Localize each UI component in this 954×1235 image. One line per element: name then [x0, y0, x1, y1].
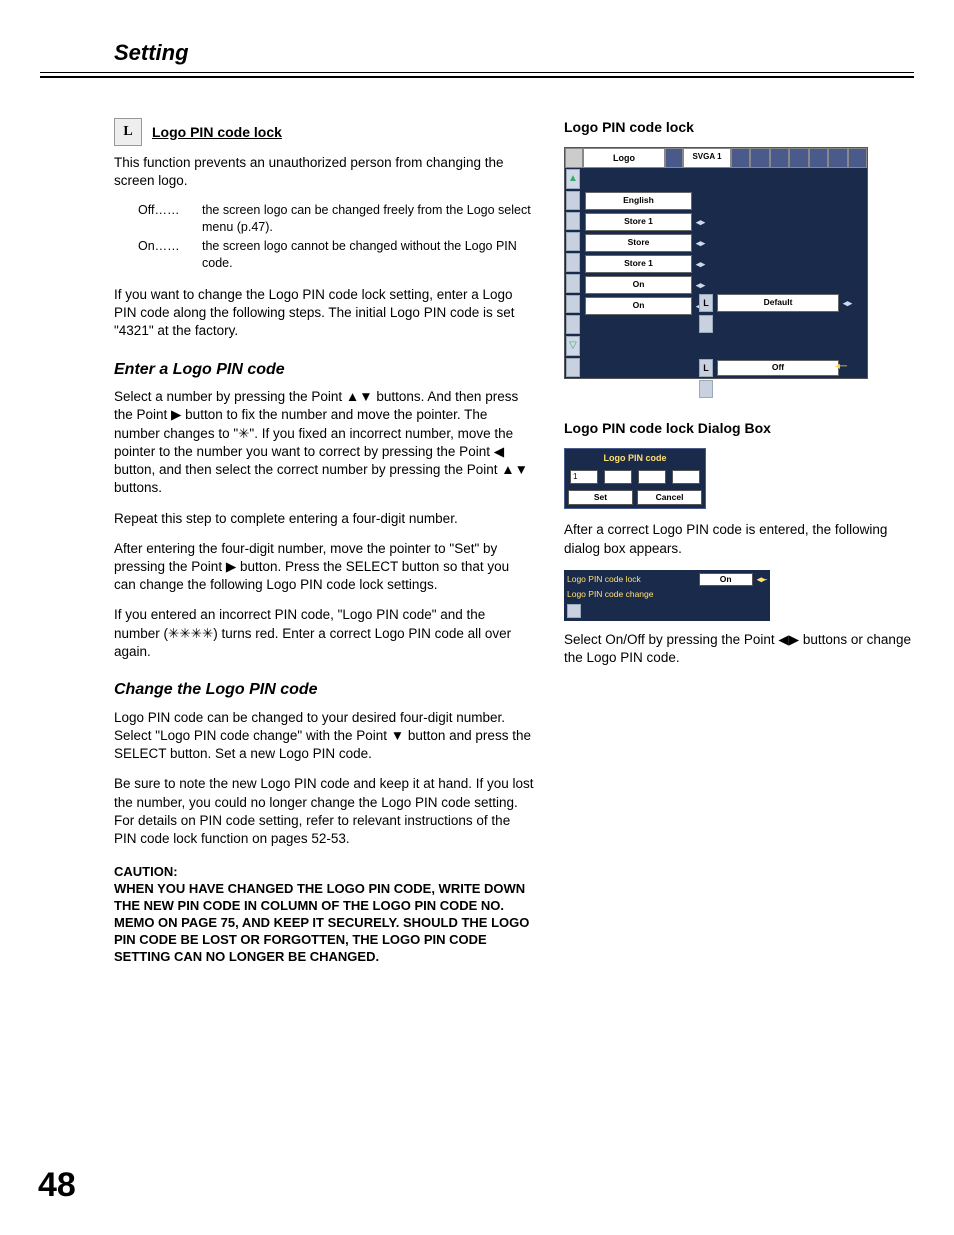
osd-value[interactable]: Store 1◂▸: [585, 213, 692, 231]
dialog-heading: Logo PIN code lock Dialog Box: [564, 419, 914, 438]
pin-dialog-title: Logo PIN code: [565, 449, 705, 467]
enter-pin-heading: Enter a Logo PIN code: [114, 359, 534, 381]
pin-digit-3[interactable]: [638, 470, 666, 484]
osd-input-label: SVGA 1: [683, 148, 731, 168]
right-column: Logo PIN code lock Logo SVGA 1: [564, 118, 914, 966]
enter-pin-p4: If you entered an incorrect PIN code, "L…: [114, 606, 534, 661]
caution-heading: CAUTION:: [114, 864, 534, 881]
osd-value[interactable]: On◂▸: [585, 297, 692, 315]
change-pin-p2: Be sure to note the new Logo PIN code an…: [114, 775, 534, 848]
menu-item-icon[interactable]: [566, 274, 580, 293]
osd-value[interactable]: Store 1◂▸: [585, 255, 692, 273]
menu-item-icon[interactable]: [566, 295, 580, 314]
osd-heading: Logo PIN code lock: [564, 118, 914, 137]
scroll-down-icon[interactable]: ▽: [566, 336, 580, 356]
menu-item-icon[interactable]: [566, 191, 580, 210]
osd-tab[interactable]: [750, 148, 769, 168]
left-column: L Logo PIN code lock This function preve…: [114, 118, 534, 966]
logo-pin-lock-icon: L: [114, 118, 142, 146]
on-text: the screen logo cannot be changed withou…: [202, 238, 534, 272]
after-correct-pin: After a correct Logo PIN code is entered…: [564, 521, 914, 557]
intro-paragraph: This function prevents an unauthorized p…: [114, 154, 534, 190]
lock-change-dialog: Logo PIN code lock On◂▸ ◂─ Logo PIN code…: [564, 570, 770, 621]
osd-value[interactable]: Store◂▸: [585, 234, 692, 252]
select-onoff: Select On/Off by pressing the Point ◀▶ b…: [564, 631, 914, 667]
lock-row-value[interactable]: On◂▸: [699, 573, 753, 586]
scroll-up-icon[interactable]: ▲: [566, 169, 580, 189]
set-button[interactable]: Set: [568, 490, 633, 505]
menu-item-icon[interactable]: [566, 253, 580, 272]
submenu-icon[interactable]: [699, 380, 713, 398]
on-label: On……: [138, 238, 202, 272]
osd-sub-off[interactable]: Off: [717, 360, 839, 376]
lr-arrows-icon: ◂▸: [757, 574, 766, 585]
off-label: Off……: [138, 202, 202, 236]
enter-pin-p2: Repeat this step to complete entering a …: [114, 510, 534, 528]
osd-sub-default[interactable]: Default◂▸: [717, 294, 839, 312]
lock-row-label: Logo PIN code lock: [567, 574, 699, 585]
change-pin-heading: Change the Logo PIN code: [114, 679, 534, 701]
osd-sub-icons: L L: [699, 292, 713, 401]
enter-pin-p3: After entering the four-digit number, mo…: [114, 540, 534, 595]
osd-topbar: Logo SVGA 1: [565, 148, 867, 168]
osd-left-icons: ▲ ▽: [565, 168, 581, 378]
menu-item-icon[interactable]: [566, 358, 580, 377]
osd-value[interactable]: On◂▸: [585, 276, 692, 294]
osd-submenu: Default◂▸ Off ◂─: [713, 292, 843, 379]
exit-icon[interactable]: [567, 604, 581, 618]
pin-digit-1[interactable]: 1: [570, 470, 598, 484]
osd-logo-label: Logo: [583, 148, 665, 168]
change-row-label[interactable]: Logo PIN code change: [567, 589, 767, 600]
caution-block: CAUTION: WHEN YOU HAVE CHANGED THE LOGO …: [114, 864, 534, 965]
section-title: Setting: [114, 40, 914, 66]
osd-values: English Store 1◂▸ Store◂▸ Store 1◂▸ On◂▸…: [581, 168, 696, 378]
caution-body: WHEN YOU HAVE CHANGED THE LOGO PIN CODE,…: [114, 881, 534, 965]
osd-value[interactable]: English: [585, 192, 692, 210]
off-on-list: Off…… the screen logo can be changed fre…: [138, 202, 534, 272]
header-rule: [40, 72, 914, 78]
lr-arrows-icon: ◂▸: [696, 279, 705, 291]
pin-digit-2[interactable]: [604, 470, 632, 484]
pin-dialog: Logo PIN code 1 Set Cancel: [564, 448, 706, 510]
osd-tab[interactable]: [828, 148, 847, 168]
osd-tab[interactable]: [848, 148, 867, 168]
logo-pin-lock-heading: Logo PIN code lock: [152, 123, 282, 142]
submenu-icon[interactable]: [699, 315, 713, 333]
factory-paragraph: If you want to change the Logo PIN code …: [114, 286, 534, 341]
menu-item-icon[interactable]: [566, 315, 580, 334]
osd-tab[interactable]: [809, 148, 828, 168]
osd-tab[interactable]: [731, 148, 750, 168]
submenu-l-icon[interactable]: L: [699, 294, 713, 312]
pointer-icon: ◂─: [835, 360, 847, 374]
lr-arrows-icon: ◂▸: [696, 216, 705, 228]
pin-digit-4[interactable]: [672, 470, 700, 484]
page-number: 48: [38, 1166, 76, 1205]
enter-pin-p1: Select a number by pressing the Point ▲▼…: [114, 388, 534, 497]
cancel-button[interactable]: Cancel: [637, 490, 702, 505]
osd-sub-spacer: [717, 315, 839, 357]
pin-digits: 1: [565, 467, 705, 487]
lr-arrows-icon: ◂▸: [696, 258, 705, 270]
menu-item-icon[interactable]: [566, 232, 580, 251]
osd-tab[interactable]: [789, 148, 808, 168]
osd-tab[interactable]: [770, 148, 789, 168]
off-text: the screen logo can be changed freely fr…: [202, 202, 534, 236]
lr-arrows-icon: ◂▸: [843, 297, 852, 309]
osd-tabstrip: [731, 148, 867, 168]
osd-icon: [665, 148, 683, 168]
change-pin-p1: Logo PIN code can be changed to your des…: [114, 709, 534, 764]
osd-menu: Logo SVGA 1 ▲: [564, 147, 868, 379]
menu-item-icon[interactable]: [566, 212, 580, 231]
submenu-lock-icon[interactable]: L: [699, 359, 713, 377]
osd-spacer: [565, 148, 583, 168]
lr-arrows-icon: ◂▸: [696, 237, 705, 249]
